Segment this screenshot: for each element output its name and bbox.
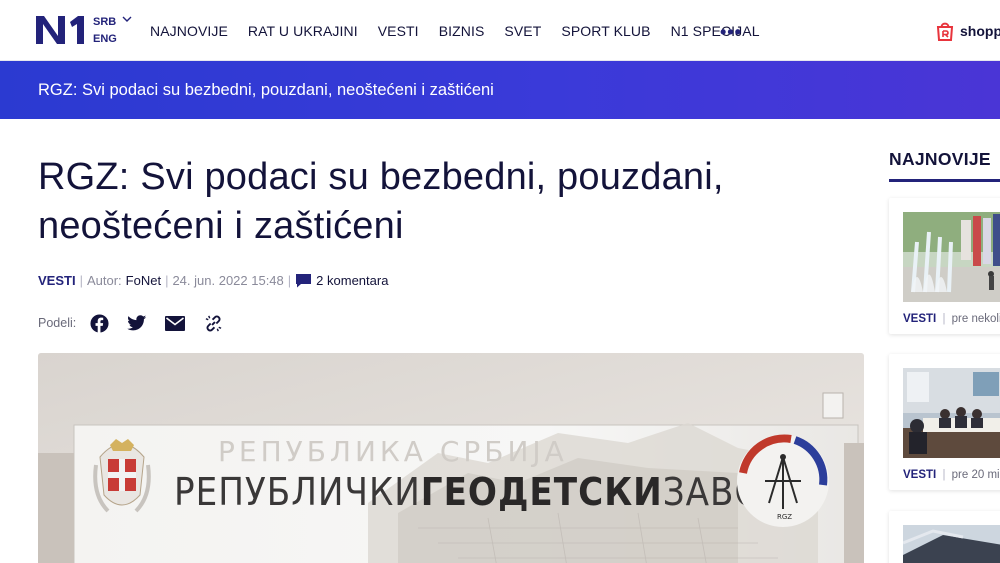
share-label: Podeli: (38, 316, 77, 330)
nav-item-vesti[interactable]: VESTI (378, 23, 419, 39)
meta-separator: | (942, 469, 946, 481)
news-card-meta: VESTI | pre 20 mi (903, 469, 1000, 481)
news-card-time: pre nekoli (951, 313, 1000, 325)
n1-logo[interactable] (34, 14, 86, 46)
language-switcher[interactable]: SRB ENG (93, 14, 117, 48)
nav-item-rat-u-ukrajini[interactable]: RAT U UKRAJINI (248, 23, 358, 39)
meta-separator: | (942, 313, 946, 325)
chevron-down-icon[interactable] (122, 15, 132, 23)
article-author[interactable]: FoNet (126, 273, 161, 288)
nav-item-najnovije[interactable]: NAJNOVIJE (150, 23, 228, 39)
shopping-bag-icon (936, 22, 954, 41)
hero-image[interactable]: РЕПУБЛИКА СРБИЈА РЕПУБЛИЧКИГЕОДЕТСКИЗАВО… (38, 353, 864, 563)
news-card[interactable] (889, 511, 1000, 563)
shop-link[interactable]: shopp (934, 20, 1000, 42)
top-navigation: SRB ENG NAJNOVIJE RAT U UKRAJINI VESTI B… (0, 0, 1000, 61)
author-label: Autor: (86, 272, 122, 288)
news-card-image[interactable] (903, 368, 1000, 458)
news-card[interactable]: VESTI | pre nekoli (889, 198, 1000, 334)
meta-separator: | (287, 272, 292, 288)
news-card-time: pre 20 mi (951, 469, 1000, 481)
news-card[interactable]: VESTI | pre 20 mi (889, 354, 1000, 490)
article-banner: RGZ: Svi podaci su bezbedni, pouzdani, n… (0, 61, 1000, 119)
nav-item-svet[interactable]: SVET (504, 23, 541, 39)
comment-icon[interactable] (295, 273, 312, 288)
twitter-icon[interactable] (126, 312, 148, 334)
news-card-image[interactable] (903, 212, 1000, 302)
main-menu: NAJNOVIJE RAT U UKRAJINI VESTI BIZNIS SV… (150, 0, 780, 61)
sign-word-2: ГЕОДЕТСКИ (421, 470, 663, 514)
news-card-meta: VESTI | pre nekoli (903, 313, 1000, 325)
language-srb[interactable]: SRB (93, 14, 117, 31)
emblem-text: RGZ (777, 513, 792, 521)
sign-top-text: РЕПУБЛИКА СРБИЈА (218, 435, 568, 468)
news-card-category[interactable]: VESTI (903, 469, 936, 481)
email-icon[interactable] (164, 312, 186, 334)
sidebar-najnovije: NAJNOVIJE VESTI | pre nekoli VESTI | pre… (889, 119, 1000, 563)
link-icon[interactable] (202, 312, 224, 334)
article-meta: VESTI | Autor: FoNet | 24. jun. 2022 15:… (38, 271, 388, 289)
rgz-emblem-icon: RGZ (737, 434, 829, 527)
nav-item-biznis[interactable]: BIZNIS (439, 23, 485, 39)
sidebar-title[interactable]: NAJNOVIJE (889, 149, 991, 170)
ellipsis-icon[interactable]: ••• (720, 22, 742, 43)
article-category[interactable]: VESTI (38, 273, 76, 288)
nav-item-n1-specijal[interactable]: N1 SPECIJAL (671, 23, 760, 39)
comments-count[interactable]: 2 komentara (316, 273, 388, 288)
news-card-category[interactable]: VESTI (903, 313, 936, 325)
sidebar-title-underline (889, 179, 1000, 182)
shop-label: shopp (960, 23, 1000, 39)
news-card-image[interactable] (903, 525, 1000, 563)
meta-separator: | (79, 272, 83, 288)
svg-text:РЕПУБЛИЧКИГЕОДЕТСКИЗАВОД: РЕПУБЛИЧКИГЕОДЕТСКИЗАВОД (174, 470, 790, 514)
language-eng[interactable]: ENG (93, 31, 117, 48)
meta-separator: | (165, 272, 169, 288)
banner-title[interactable]: RGZ: Svi podaci su bezbedni, pouzdani, n… (38, 81, 494, 100)
share-bar: Podeli: (38, 312, 240, 334)
article-date: 24. jun. 2022 15:48 (172, 272, 284, 288)
facebook-icon[interactable] (88, 312, 110, 334)
n1-logo-mark (36, 16, 84, 44)
nav-item-sport-klub[interactable]: SPORT KLUB (561, 23, 650, 39)
article-headline: RGZ: Svi podaci su bezbedni, pouzdani, n… (38, 156, 724, 247)
sign-word-1: РЕПУБЛИЧКИ (174, 470, 421, 514)
